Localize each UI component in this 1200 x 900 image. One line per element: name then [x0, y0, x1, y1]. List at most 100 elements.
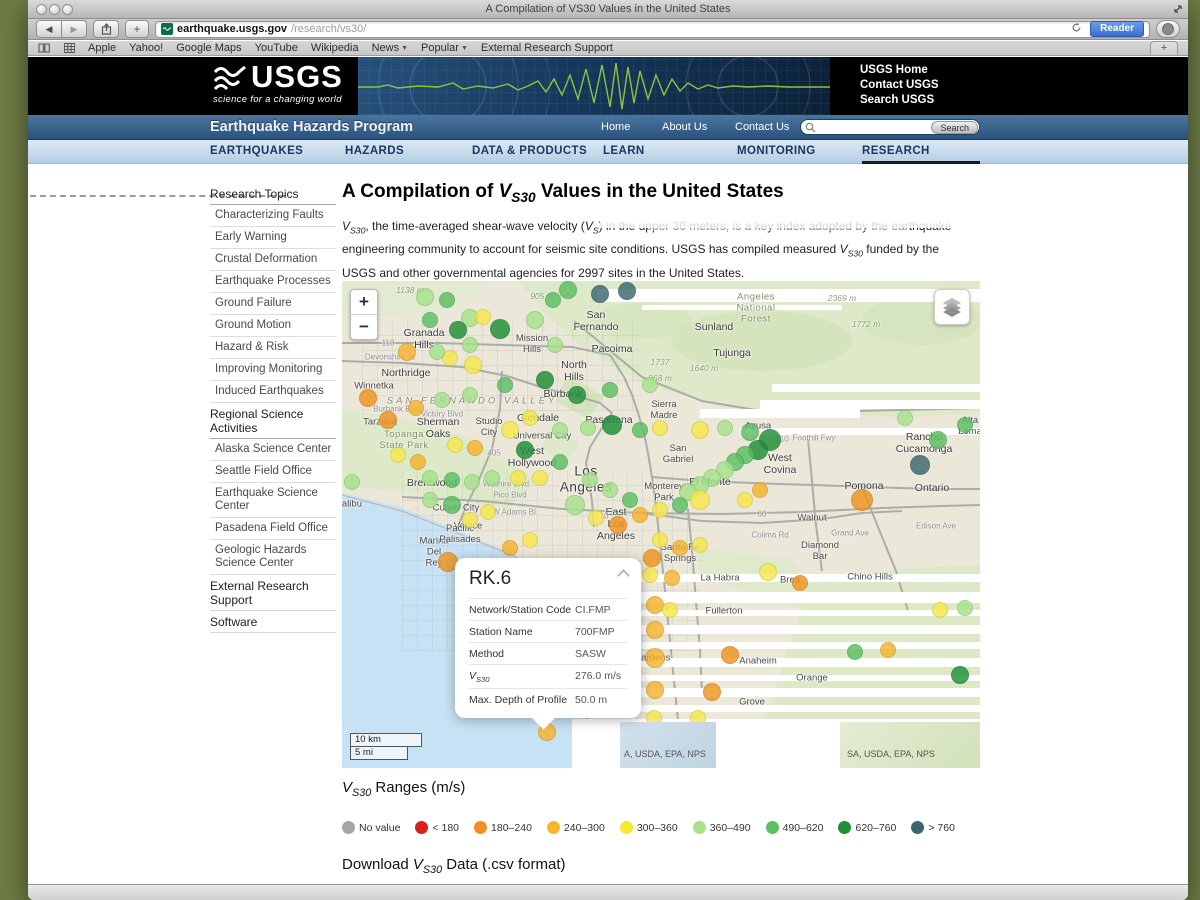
- sidebar-item[interactable]: Hazard & Risk: [210, 337, 336, 359]
- map-station-dot[interactable]: [449, 321, 467, 339]
- map-station-dot[interactable]: [932, 602, 948, 618]
- site-search[interactable]: Search: [800, 119, 980, 135]
- sidebar-item[interactable]: Crustal Deformation: [210, 249, 336, 271]
- usgs-link[interactable]: Contact USGS: [860, 78, 939, 93]
- top-sites-icon[interactable]: [64, 43, 75, 53]
- sidebar-header[interactable]: Research Topics: [210, 183, 336, 205]
- map-station-dot[interactable]: [552, 454, 568, 470]
- map-station-dot[interactable]: [462, 512, 478, 528]
- close-button[interactable]: [36, 4, 47, 15]
- map-station-dot[interactable]: [422, 492, 438, 508]
- minimize-button[interactable]: [49, 4, 60, 15]
- sidebar-header[interactable]: Software: [210, 611, 336, 633]
- map-station-dot[interactable]: [880, 642, 896, 658]
- bookmark-link[interactable]: External Research Support: [481, 42, 613, 54]
- map-station-dot[interactable]: [480, 504, 496, 520]
- map-station-dot[interactable]: [522, 532, 538, 548]
- map-station-dot[interactable]: [851, 489, 873, 511]
- map-station-dot[interactable]: [462, 387, 478, 403]
- map-station-dot[interactable]: [484, 470, 500, 486]
- back-button[interactable]: ◀: [36, 20, 62, 38]
- map-station-dot[interactable]: [652, 420, 668, 436]
- map-station-dot[interactable]: [552, 422, 568, 438]
- map-station-dot[interactable]: [910, 455, 930, 475]
- map-station-dot[interactable]: [429, 344, 445, 360]
- vs30-map[interactable]: 1138 m905 m2369 m1772 m17371640 m968 mAn…: [342, 281, 980, 768]
- map-station-dot[interactable]: [490, 319, 510, 339]
- map-station-dot[interactable]: [643, 549, 661, 567]
- map-station-dot[interactable]: [957, 600, 973, 616]
- map-station-dot[interactable]: [475, 309, 491, 325]
- map-station-dot[interactable]: [359, 389, 377, 407]
- map-station-dot[interactable]: [642, 567, 658, 583]
- map-station-dot[interactable]: [510, 470, 526, 486]
- map-station-dot[interactable]: [652, 502, 668, 518]
- map-station-dot[interactable]: [662, 602, 678, 618]
- nav-item-research[interactable]: RESEARCH: [862, 145, 930, 157]
- map-station-dot[interactable]: [752, 482, 768, 498]
- forward-button[interactable]: ▶: [62, 20, 87, 38]
- map-station-dot[interactable]: [501, 421, 519, 439]
- map-station-dot[interactable]: [565, 495, 585, 515]
- bookmark-link[interactable]: Apple: [88, 42, 116, 54]
- map-station-dot[interactable]: [344, 474, 360, 490]
- sidebar-item[interactable]: Induced Earthquakes: [210, 381, 336, 403]
- map-station-dot[interactable]: [847, 644, 863, 660]
- map-station-dot[interactable]: [588, 510, 604, 526]
- map-station-dot[interactable]: [422, 470, 438, 486]
- map-station-dot[interactable]: [591, 285, 609, 303]
- program-link[interactable]: Home: [601, 121, 630, 133]
- map-station-dot[interactable]: [609, 516, 627, 534]
- sidebar-item[interactable]: Alaska Science Center: [210, 439, 336, 461]
- new-tab-button[interactable]: +: [1150, 41, 1178, 55]
- map-station-dot[interactable]: [632, 422, 648, 438]
- map-station-dot[interactable]: [759, 563, 777, 581]
- map-station-dot[interactable]: [721, 646, 739, 664]
- zoom-button[interactable]: [62, 4, 73, 15]
- map-station-dot[interactable]: [642, 377, 658, 393]
- map-station-dot[interactable]: [532, 470, 548, 486]
- map-station-dot[interactable]: [691, 421, 709, 439]
- sidebar-header[interactable]: External Research Support: [210, 575, 336, 611]
- sidebar-item[interactable]: Earthquake Processes: [210, 271, 336, 293]
- map-station-dot[interactable]: [559, 281, 577, 299]
- map-station-dot[interactable]: [645, 648, 665, 668]
- map-station-dot[interactable]: [443, 496, 461, 514]
- map-station-dot[interactable]: [408, 400, 424, 416]
- nav-item-learn[interactable]: LEARN: [603, 145, 645, 157]
- sidebar-header[interactable]: Regional Science Activities: [210, 403, 336, 439]
- map-station-dot[interactable]: [497, 377, 513, 393]
- map-station-dot[interactable]: [547, 337, 563, 353]
- bookmark-link[interactable]: News▼: [372, 42, 408, 54]
- map-station-dot[interactable]: [439, 292, 455, 308]
- usgs-link[interactable]: USGS Home: [860, 63, 939, 78]
- map-station-dot[interactable]: [646, 621, 664, 639]
- map-station-dot[interactable]: [602, 482, 618, 498]
- reading-list-icon[interactable]: [38, 43, 51, 53]
- sidebar-item[interactable]: Earthquake Science Center: [210, 483, 336, 518]
- sidebar-item[interactable]: Geologic Hazards Science Center: [210, 540, 336, 575]
- map-station-dot[interactable]: [632, 507, 648, 523]
- share-icon[interactable]: [93, 20, 119, 38]
- map-station-dot[interactable]: [618, 282, 636, 300]
- sidebar-item[interactable]: Ground Motion: [210, 315, 336, 337]
- nav-item-earthquakes[interactable]: EARTHQUAKES: [210, 145, 303, 157]
- map-station-dot[interactable]: [464, 474, 480, 490]
- search-input[interactable]: [816, 120, 931, 134]
- downloads-button[interactable]: [1156, 20, 1180, 38]
- map-station-dot[interactable]: [545, 292, 561, 308]
- sidebar-item[interactable]: Improving Monitoring: [210, 359, 336, 381]
- map-station-dot[interactable]: [957, 417, 973, 433]
- map-station-dot[interactable]: [929, 431, 947, 449]
- titlebar[interactable]: A Compilation of VS30 Values in the Unit…: [28, 0, 1188, 19]
- map-station-dot[interactable]: [580, 420, 596, 436]
- bookmark-link[interactable]: YouTube: [255, 42, 298, 54]
- nav-item-monitoring[interactable]: MONITORING: [737, 145, 816, 157]
- sidebar-item[interactable]: Ground Failure: [210, 293, 336, 315]
- map-station-dot[interactable]: [664, 570, 680, 586]
- map-station-dot[interactable]: [897, 410, 913, 426]
- sidebar-item[interactable]: Early Warning: [210, 227, 336, 249]
- map-station-dot[interactable]: [536, 371, 554, 389]
- map-station-dot[interactable]: [672, 497, 688, 513]
- usgs-logo[interactable]: USGS science for a changing world: [213, 61, 358, 111]
